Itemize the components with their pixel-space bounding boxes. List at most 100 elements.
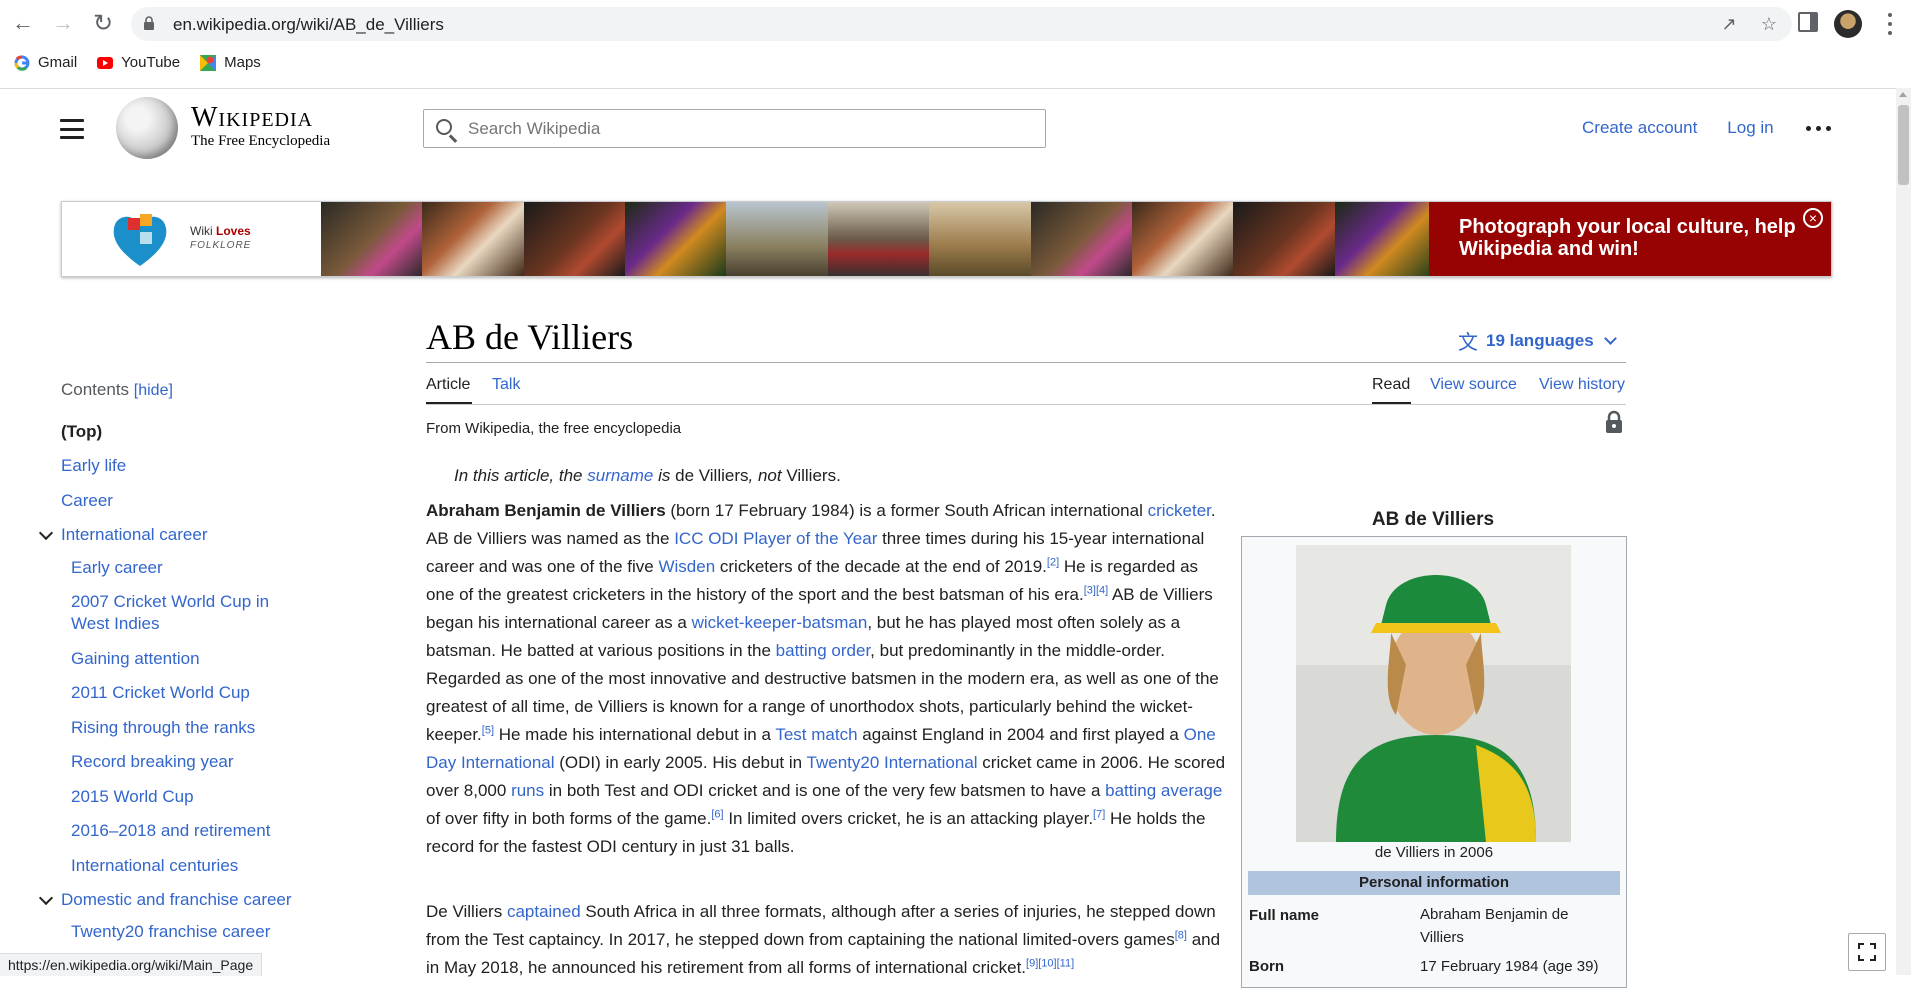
log-in-link[interactable]: Log in — [1727, 118, 1773, 138]
reload-button[interactable]: ↻ — [88, 8, 118, 38]
surname-link[interactable]: surname — [587, 466, 653, 485]
search-icon — [436, 119, 452, 135]
translate-icon: 文 — [1458, 332, 1478, 354]
forward-button[interactable]: → — [48, 8, 78, 38]
search-input[interactable] — [468, 119, 1028, 139]
icc-odi-player-link[interactable]: ICC ODI Player of the Year — [674, 529, 877, 548]
toc-item-international-career[interactable]: International career — [61, 524, 207, 546]
infobox-caption: de Villiers in 2006 — [1374, 844, 1494, 861]
protection-lock-icon[interactable] — [1604, 410, 1624, 434]
banner-cta[interactable]: Photograph your local culture, help Wiki… — [1429, 202, 1831, 276]
reference-link[interactable]: [9] — [1026, 957, 1038, 969]
divider — [426, 404, 1626, 405]
wiki-loves-folklore-logo — [113, 214, 167, 266]
infobox-value: Abraham Benjamin de Villiers — [1420, 906, 1569, 946]
banner-logo-text: Wiki Loves FOLKLORE — [190, 224, 252, 252]
toc-item-rising-ranks[interactable]: Rising through the ranks — [71, 717, 255, 739]
address-bar[interactable]: en.wikipedia.org/wiki/AB_de_Villiers ↗ ☆ — [131, 7, 1792, 41]
reference-link[interactable]: [7] — [1093, 808, 1105, 820]
share-icon[interactable]: ↗ — [1716, 11, 1742, 37]
chevron-down-icon — [1603, 332, 1617, 345]
site-subtitle: From Wikipedia, the free encyclopedia — [426, 420, 682, 437]
search-box[interactable] — [423, 109, 1046, 148]
fullscreen-button[interactable] — [1848, 933, 1886, 971]
banner-cta-text: Photograph your local culture, help Wiki… — [1459, 216, 1796, 260]
toc-item-top[interactable]: (Top) — [61, 421, 102, 443]
avatar[interactable] — [1834, 10, 1862, 38]
create-account-link[interactable]: Create account — [1582, 118, 1697, 138]
browser-toolbar: ← → ↻ en.wikipedia.org/wiki/AB_de_Villie… — [0, 0, 1911, 89]
more-options-icon[interactable] — [1806, 126, 1831, 131]
captained-link[interactable]: captained — [507, 902, 581, 921]
twenty20-international-link[interactable]: Twenty20 International — [807, 753, 978, 772]
infobox: de Villiers in 2006 Personal information… — [1241, 536, 1627, 988]
star-icon[interactable]: ☆ — [1756, 11, 1782, 37]
toc-item-early-career[interactable]: Early career — [71, 557, 163, 579]
infobox-label: Full name — [1249, 907, 1320, 924]
page-title: AB de Villiers — [426, 317, 634, 357]
batting-average-link[interactable]: batting average — [1105, 781, 1222, 800]
tab-article[interactable]: Article — [426, 376, 470, 394]
toc-item-2007-world-cup[interactable]: 2007 Cricket World Cup in West Indies — [71, 591, 301, 635]
wicket-keeper-batsman-link[interactable]: wicket-keeper-batsman — [692, 613, 868, 632]
paragraph-captaincy: De Villiers captained South Africa in al… — [426, 902, 1221, 977]
tab-view-history[interactable]: View history — [1539, 376, 1625, 394]
toc-item-domestic-career[interactable]: Domestic and franchise career — [61, 889, 292, 911]
toc-item-international-centuries[interactable]: International centuries — [71, 855, 238, 877]
tab-talk[interactable]: Talk — [492, 376, 520, 394]
batting-order-link[interactable]: batting order — [776, 641, 871, 660]
toc-item-early-life[interactable]: Early life — [61, 455, 126, 477]
url-text[interactable]: en.wikipedia.org/wiki/AB_de_Villiers — [173, 15, 444, 35]
test-match-link[interactable]: Test match — [775, 725, 857, 744]
paragraph-lead: Abraham Benjamin de Villiers (born 17 Fe… — [426, 501, 1226, 856]
player-photo[interactable] — [1296, 545, 1571, 842]
lock-icon — [144, 16, 154, 30]
toc-item-2011-world-cup[interactable]: 2011 Cricket World Cup — [71, 682, 250, 704]
cricketer-link[interactable]: cricketer — [1148, 501, 1211, 520]
hatnote: In this article, the surname is de Villi… — [454, 466, 841, 485]
bookmark-label: YouTube — [121, 54, 181, 71]
reference-link[interactable]: [10] — [1038, 957, 1056, 969]
toc-item-career[interactable]: Career — [61, 490, 113, 512]
scroll-up-arrow-icon[interactable] — [1899, 92, 1907, 97]
bookmark-youtube[interactable]: YouTube — [97, 54, 180, 71]
toc-item-gaining-attention[interactable]: Gaining attention — [71, 648, 200, 670]
tab-read[interactable]: Read — [1372, 376, 1410, 394]
scrollbar[interactable] — [1896, 88, 1911, 975]
chevron-down-icon[interactable] — [38, 525, 54, 541]
main-menu-icon[interactable] — [60, 119, 84, 139]
status-bar-url: https://en.wikipedia.org/wiki/Main_Page — [0, 953, 263, 976]
bookmark-gmail[interactable]: Gmail — [14, 54, 77, 71]
reference-link[interactable]: [3] — [1084, 584, 1096, 596]
wikipedia-tagline: The Free Encyclopedia — [191, 133, 331, 149]
languages-button[interactable]: 文 19 languages — [1458, 326, 1617, 355]
close-icon[interactable]: × — [1803, 208, 1823, 228]
toc-item-twenty20-franchise[interactable]: Twenty20 franchise career — [71, 921, 270, 943]
toc-title: Contents [hide] — [61, 380, 173, 399]
reference-link[interactable]: [5] — [482, 724, 494, 736]
wisden-link[interactable]: Wisden — [658, 557, 715, 576]
reference-link[interactable]: [6] — [711, 808, 723, 820]
expand-icon — [1858, 943, 1876, 961]
wikipedia-wordmark[interactable]: Wikipedia — [191, 102, 313, 134]
infobox-label: Born — [1249, 958, 1284, 975]
back-button[interactable]: ← — [8, 8, 38, 38]
reference-link[interactable]: [4] — [1096, 584, 1108, 596]
toc-item-record-year[interactable]: Record breaking year — [71, 751, 234, 773]
reference-link[interactable]: [8] — [1175, 929, 1187, 941]
tab-view-source[interactable]: View source — [1430, 376, 1517, 394]
scrollbar-thumb[interactable] — [1898, 105, 1909, 185]
toc-item-2015-world-cup[interactable]: 2015 World Cup — [71, 786, 194, 808]
toc-item-2016-2018-retirement[interactable]: 2016–2018 and retirement — [71, 820, 270, 842]
toc-hide-link[interactable]: [hide] — [134, 382, 173, 399]
chevron-down-icon[interactable] — [38, 890, 54, 906]
wikipedia-globe-logo[interactable] — [116, 97, 178, 159]
side-panel-icon[interactable] — [1798, 12, 1818, 32]
runs-link[interactable]: runs — [511, 781, 544, 800]
bookmark-maps[interactable]: Maps — [200, 54, 261, 71]
browser-menu-icon[interactable] — [1880, 10, 1900, 38]
google-icon — [14, 55, 30, 71]
reference-link[interactable]: [11] — [1057, 957, 1075, 969]
campaign-banner[interactable]: Wiki Loves FOLKLORE Photograph your loca… — [61, 201, 1832, 277]
reference-link[interactable]: [2] — [1047, 556, 1059, 568]
